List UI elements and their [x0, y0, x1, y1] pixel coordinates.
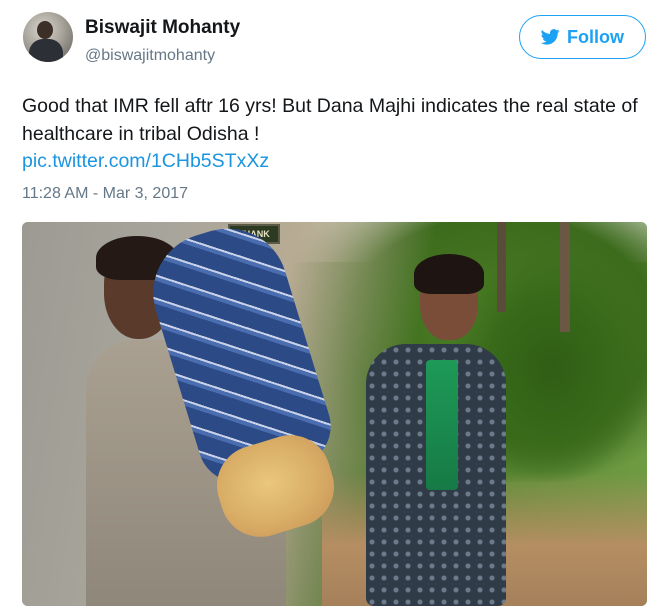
follow-label: Follow	[567, 26, 624, 47]
avatar-body	[29, 39, 63, 62]
tweet-media-link[interactable]: pic.twitter.com/1CHb5STxXz	[22, 150, 269, 173]
photo-girl-hair	[414, 254, 484, 294]
tweet-text: Good that IMR fell aftr 16 yrs! But Dana…	[22, 95, 638, 145]
tweet-photo[interactable]: THANK YOU	[22, 222, 647, 606]
author-name[interactable]: Biswajit Mohanty	[85, 17, 240, 39]
avatar-head	[37, 21, 53, 39]
photo-girl-dress-panel	[426, 360, 458, 490]
author-handle[interactable]: @biswajitmohanty	[85, 47, 215, 65]
tweet-timestamp[interactable]: 11:28 AM - Mar 3, 2017	[22, 185, 188, 203]
photo-tree-trunk	[497, 222, 506, 312]
twitter-bird-icon	[541, 29, 560, 45]
author-avatar[interactable]	[23, 12, 73, 62]
photo-tree-trunk	[560, 222, 570, 332]
follow-button[interactable]: Follow	[519, 15, 646, 59]
